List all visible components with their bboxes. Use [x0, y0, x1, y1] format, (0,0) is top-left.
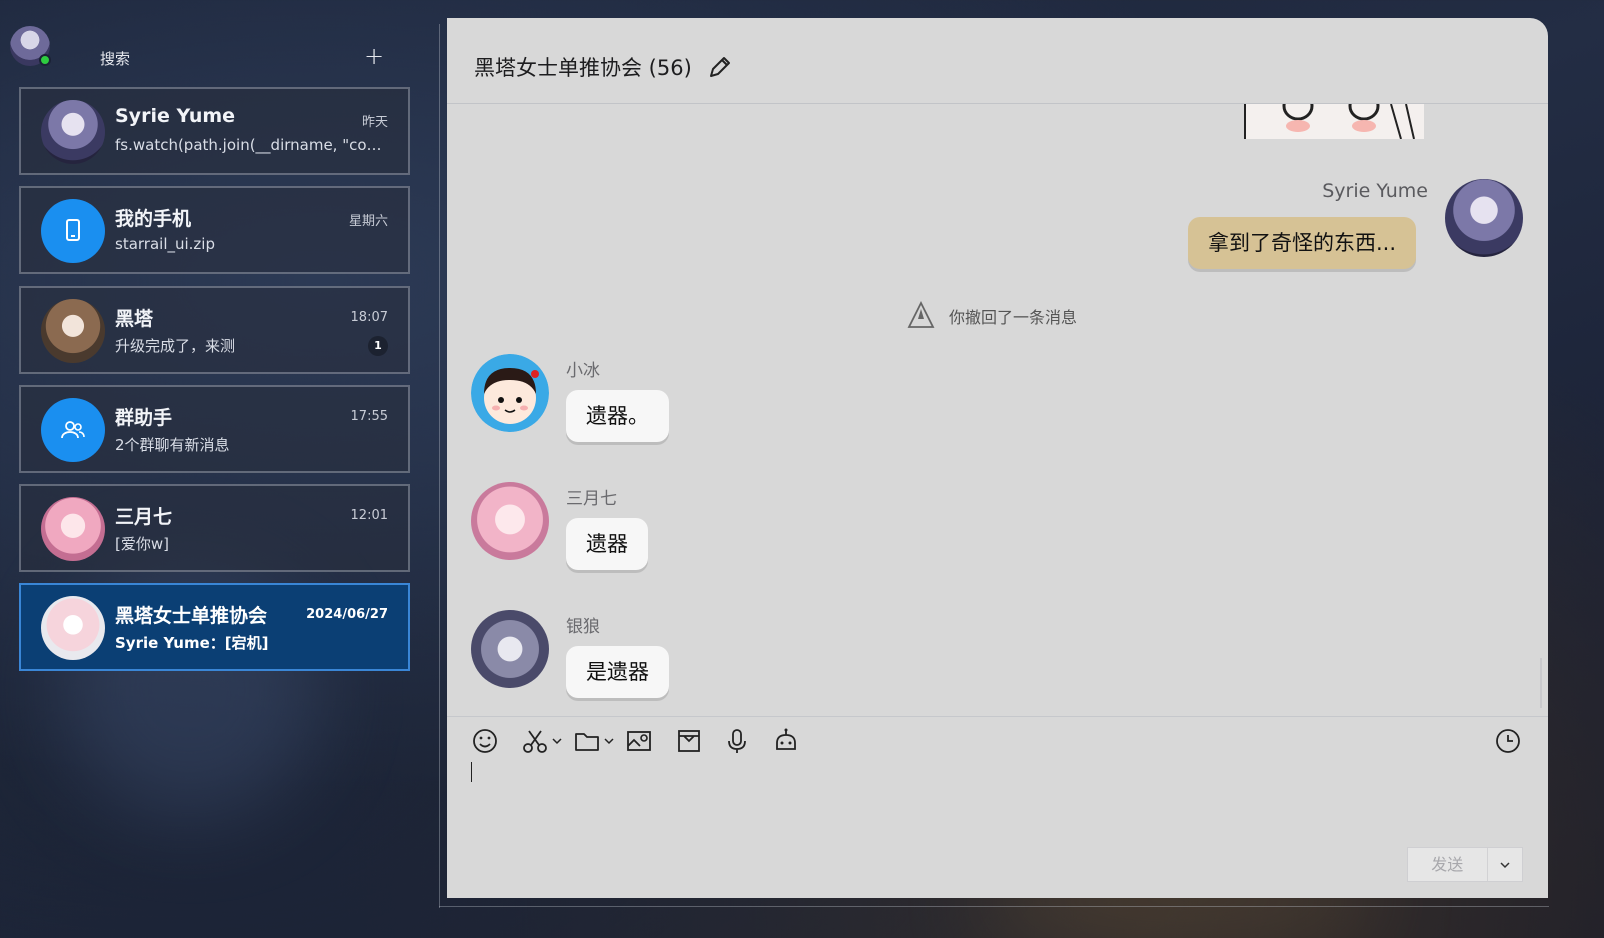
system-message-text: 你撤回了一条消息 — [949, 308, 1078, 327]
avatar[interactable] — [471, 482, 549, 560]
chat-header: 黑塔女士单推协会 (56) — [447, 18, 1548, 104]
message-sender: 小冰 — [566, 361, 600, 381]
avatar[interactable] — [471, 354, 549, 432]
conversation-item-syrie-yume[interactable]: Syrie Yume 昨天 fs.watch(path.join(__dirna… — [19, 87, 410, 175]
chevron-down-icon[interactable] — [603, 727, 615, 755]
panel-border — [439, 906, 1549, 907]
panel-border — [439, 24, 440, 908]
avatar[interactable] — [471, 610, 549, 688]
conversation-name: Syrie Yume — [115, 105, 236, 127]
message-bubble[interactable]: 遗器。 — [566, 390, 669, 442]
conversation-item-herta-fan-club[interactable]: 黑塔女士单推协会 2024/06/27 Syrie Yume：[宕机] — [19, 583, 410, 671]
avatar — [41, 100, 105, 164]
conversation-time: 18:07 — [350, 310, 388, 325]
conversation-item-herta[interactable]: 黑塔 18:07 升级完成了，来测 1 — [19, 286, 410, 374]
conversation-name: 三月七 — [115, 506, 173, 528]
conversation-time: 星期六 — [348, 214, 388, 229]
mailbox-icon[interactable] — [675, 727, 703, 755]
sidebar: 搜索 + Syrie Yume 昨天 fs.watch(path.join(__… — [0, 0, 440, 938]
message-sender: Syrie Yume — [1322, 180, 1428, 202]
conversation-name: 我的手机 — [115, 208, 192, 230]
conversation-time: 2024/06/27 — [306, 607, 388, 622]
conversation-name: 群助手 — [115, 407, 173, 429]
chevron-down-icon[interactable] — [1486, 848, 1522, 881]
conversation-time: 12:01 — [350, 508, 388, 523]
message-bubble[interactable]: 遗器 — [566, 518, 648, 570]
conversation-preview: starrail_ui.zip — [115, 235, 215, 253]
avatar[interactable] — [1445, 179, 1523, 257]
message-bubble[interactable]: 是遗器 — [566, 646, 669, 698]
online-status-indicator — [39, 54, 51, 66]
scissors-icon[interactable] — [521, 727, 549, 755]
history-clock-icon[interactable] — [1494, 727, 1522, 755]
conversation-preview: 2个群聊有新消息 — [115, 436, 230, 454]
chat-title: 黑塔女士单推协会 (56) — [474, 56, 692, 80]
chevron-down-icon[interactable] — [551, 727, 563, 755]
send-button[interactable]: 发送 — [1407, 847, 1523, 882]
conversation-preview: fs.watch(path.join(__dirname, "conf... — [115, 136, 387, 154]
conversation-name: 黑塔女士单推协会 — [115, 605, 268, 627]
edit-pencil-icon[interactable] — [707, 54, 733, 84]
message-bubble[interactable]: 拿到了奇怪的东西... — [1188, 217, 1417, 269]
image-icon[interactable] — [625, 727, 653, 755]
my-avatar[interactable] — [10, 26, 51, 66]
folder-icon[interactable] — [573, 727, 601, 755]
chat-panel: 黑塔女士单推协会 (56) Syrie Yume 拿到了奇怪的东西... 你撤回… — [447, 18, 1548, 898]
recall-icon — [907, 301, 935, 328]
conversation-name: 黑塔 — [115, 308, 154, 330]
avatar — [41, 299, 105, 363]
message-sender: 银狼 — [566, 617, 600, 637]
avatar — [41, 596, 105, 660]
scrollbar[interactable] — [1540, 658, 1542, 708]
add-button[interactable]: + — [362, 44, 386, 68]
phone-icon — [41, 199, 105, 263]
system-message: 你撤回了一条消息 — [905, 301, 1077, 331]
conversation-preview: [爱你w] — [115, 535, 169, 553]
conversation-time: 17:55 — [350, 409, 388, 424]
message-input[interactable] — [471, 762, 472, 782]
message-sender: 三月七 — [566, 489, 617, 509]
conversation-preview: 升级完成了，来测 — [115, 337, 236, 355]
send-button-label: 发送 — [1431, 855, 1464, 874]
search-box[interactable]: 搜索 — [100, 48, 130, 69]
avatar — [41, 497, 105, 561]
emoji-icon[interactable] — [471, 727, 499, 755]
sticker-image[interactable] — [1244, 104, 1424, 139]
conversation-time: 昨天 — [361, 115, 388, 130]
conversation-item-my-phone[interactable]: 我的手机 星期六 starrail_ui.zip — [19, 186, 410, 274]
conversation-preview: Syrie Yume：[宕机] — [115, 634, 269, 652]
conversation-item-group-assistant[interactable]: 群助手 17:55 2个群聊有新消息 — [19, 385, 410, 473]
group-icon — [41, 398, 105, 462]
unread-badge: 1 — [368, 336, 388, 356]
microphone-icon[interactable] — [723, 727, 751, 755]
conversation-item-march-7th[interactable]: 三月七 12:01 [爱你w] — [19, 484, 410, 572]
robot-icon[interactable] — [772, 727, 800, 755]
composer: 发送 — [447, 716, 1548, 898]
